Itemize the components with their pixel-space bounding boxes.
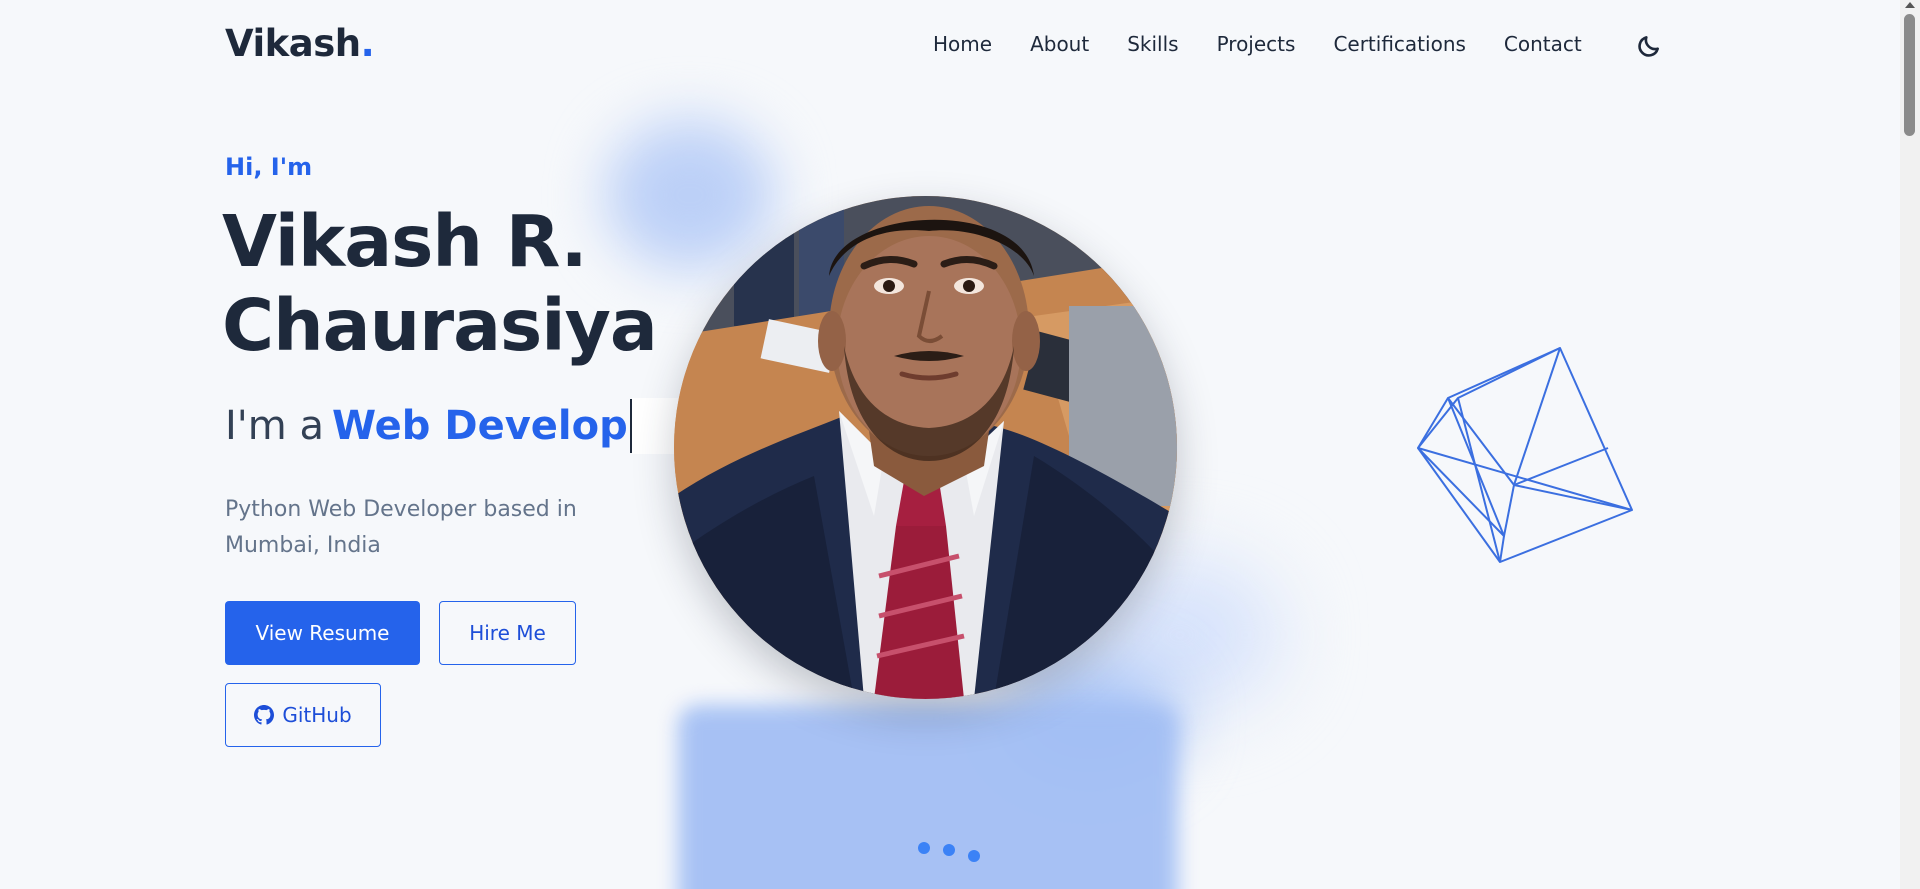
loading-dot [943, 844, 955, 856]
hero-tagline: Python Web Developer based in Mumbai, In… [225, 497, 577, 558]
logo-text: Vikash [225, 22, 361, 65]
hero-greeting: Hi, I'm [225, 153, 313, 181]
nav-about[interactable]: About [1030, 32, 1089, 56]
nav-skills[interactable]: Skills [1127, 32, 1178, 56]
page-scrollbar[interactable] [1900, 0, 1920, 889]
nav-home[interactable]: Home [933, 32, 992, 56]
loading-dot [968, 850, 980, 862]
role-typed-text: Web Develop [331, 402, 628, 449]
wireframe-cube-icon [1417, 347, 1633, 563]
nav-projects[interactable]: Projects [1217, 32, 1296, 56]
view-resume-button[interactable]: View Resume [225, 601, 420, 665]
hero-role: I'm a Web Develop [225, 397, 684, 454]
profile-photo-illustration [674, 196, 1177, 699]
scrollbar-thumb[interactable] [1904, 14, 1915, 136]
site-logo[interactable]: Vikash. [225, 22, 375, 65]
view-resume-label: View Resume [255, 621, 390, 645]
logo-dot: . [360, 22, 375, 65]
nav-certifications[interactable]: Certifications [1333, 32, 1465, 56]
github-icon [254, 705, 275, 725]
role-prefix: I'm a [225, 402, 324, 449]
theme-toggle-button[interactable] [1636, 33, 1662, 59]
github-button[interactable]: GitHub [225, 683, 381, 747]
hire-me-label: Hire Me [469, 621, 546, 645]
nav-contact[interactable]: Contact [1504, 32, 1582, 56]
scroll-up-arrow-icon[interactable] [1905, 2, 1915, 8]
loading-dot [918, 842, 930, 854]
profile-photo [674, 196, 1177, 699]
hero-name: Vikash R. Chaurasiya [222, 200, 682, 368]
github-label: GitHub [282, 703, 352, 727]
moon-icon [1638, 36, 1659, 57]
loading-dots [918, 840, 980, 864]
site-header: Vikash. Home About Skills Projects Certi… [0, 0, 1900, 98]
hero-name-line1: Vikash R. [222, 200, 588, 283]
main-nav: Home About Skills Projects Certification… [933, 32, 1620, 56]
hire-me-button[interactable]: Hire Me [439, 601, 576, 665]
hero-name-line2: Chaurasiya [222, 284, 658, 367]
